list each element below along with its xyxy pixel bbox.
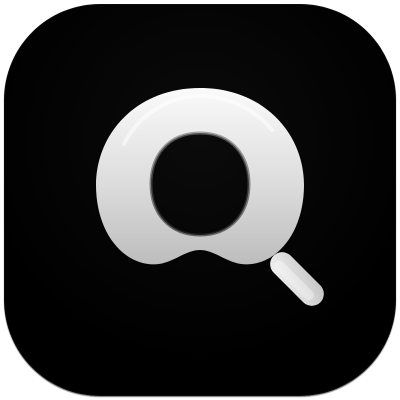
- search-app-icon[interactable]: [4, 4, 396, 396]
- magnifying-glass-icon: [96, 88, 324, 306]
- magnifier-handle: [270, 252, 324, 306]
- lens-ring: [96, 88, 304, 265]
- icon-canvas: [0, 0, 400, 400]
